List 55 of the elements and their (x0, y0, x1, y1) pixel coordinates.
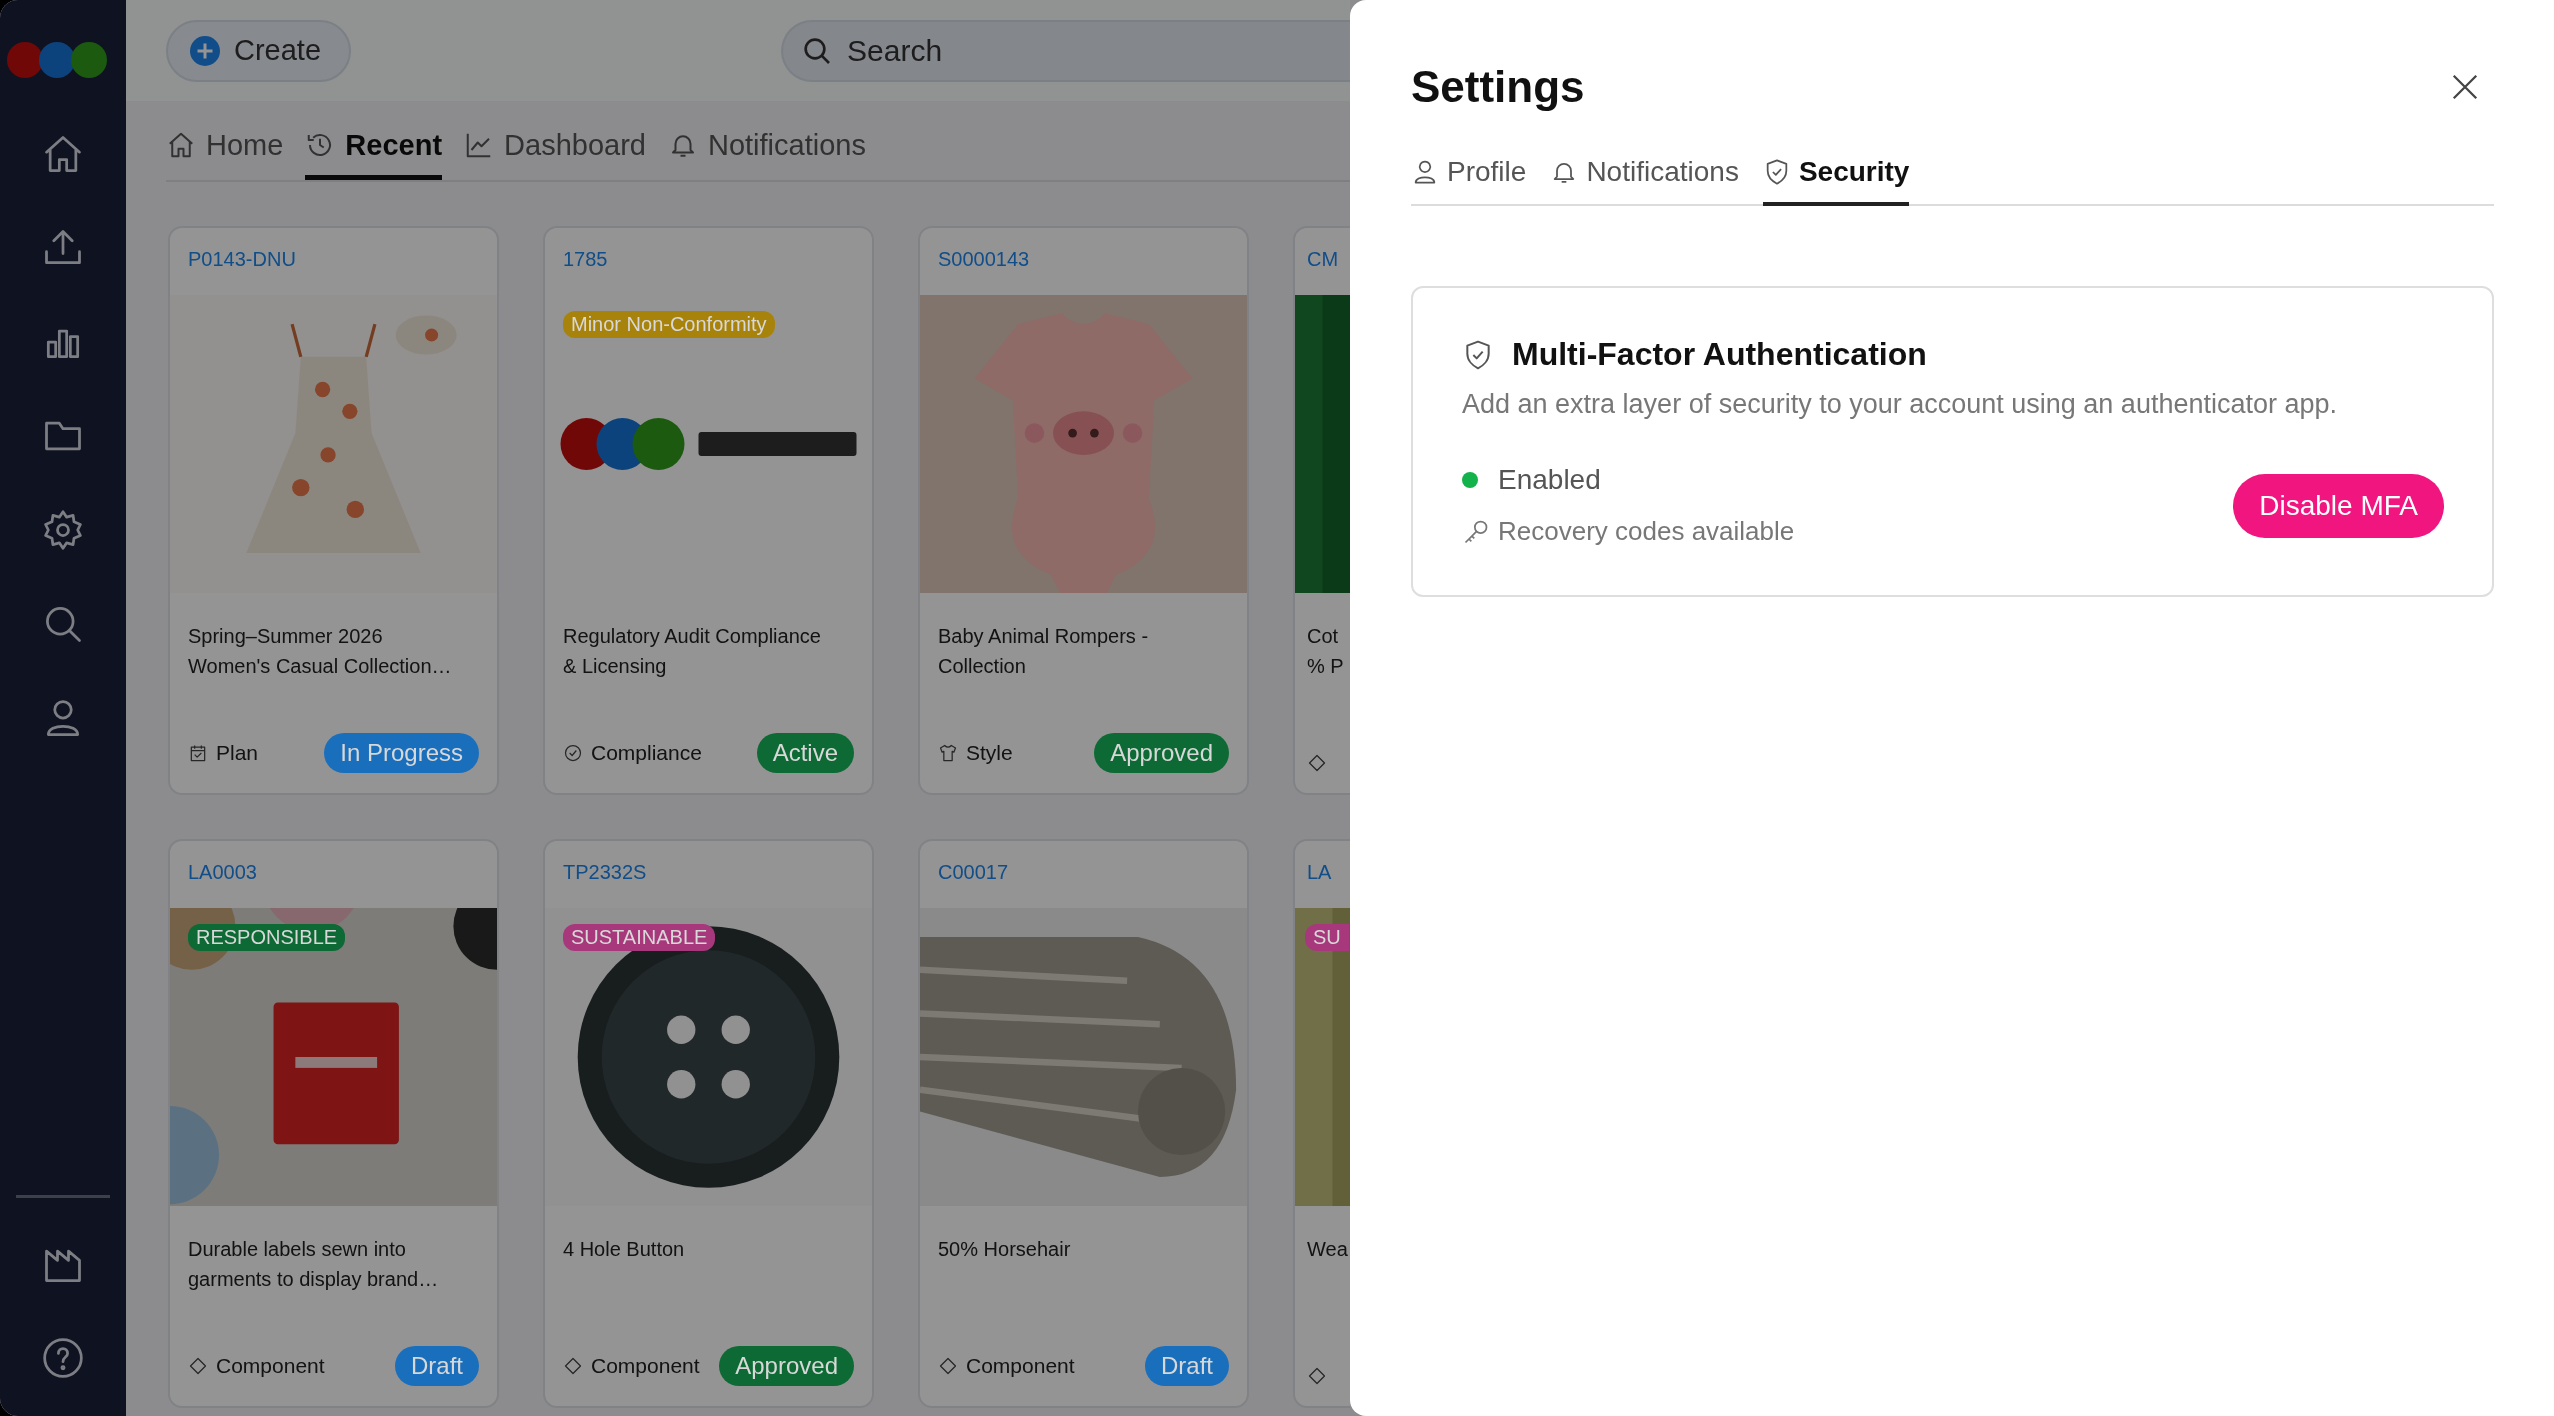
recovery-label: Recovery codes available (1498, 516, 1795, 547)
status-badge: Approved (1094, 733, 1229, 773)
card-code[interactable]: LA0003 (170, 841, 497, 908)
card-title: Cot % P (1306, 624, 1345, 679)
status-badge: Active (756, 733, 854, 773)
card-code[interactable]: P0143-DNU (170, 228, 497, 295)
card-title: 50% Horsehair (937, 1237, 1072, 1262)
mfa-description: Add an extra layer of security to your account using an authenticator app. (1462, 389, 2339, 420)
card-code[interactable]: LA (1295, 841, 1350, 908)
mfa-title: Multi-Factor Authentication (1512, 336, 1927, 373)
card-title: 4 Hole Button (562, 1237, 686, 1262)
card-code[interactable]: C00017 (920, 841, 1247, 908)
type-label: Component (966, 1354, 1075, 1378)
tag-label: SUSTAINABLE (563, 924, 716, 951)
card[interactable]: 1785 Minor Non-Conformity Regulatory Audit Compliance & Licensing Compliance Active (543, 226, 874, 795)
card-title: Durable labels sewn into garments to display brand… (187, 1237, 440, 1292)
tag-label: Minor Non-Conformity (563, 311, 775, 338)
status-label: Enabled (1498, 464, 1601, 496)
tab[interactable]: Notifications (1550, 142, 1739, 206)
card-title: Baby Animal Rompers - Collection (937, 624, 1150, 679)
card-code[interactable]: S0000143 (920, 228, 1247, 295)
card[interactable]: P0143-DNU Spring–Summer 2026 Women's Casual Collection… Plan In Progress (168, 226, 499, 795)
tab[interactable]: Notifications (667, 115, 866, 180)
card[interactable]: CM Cot % P (1293, 226, 1350, 795)
card[interactable]: C00017 50% Horsehair Component Draft (918, 839, 1249, 1408)
tab[interactable]: Profile (1411, 142, 1527, 206)
type-label: Plan (216, 741, 259, 765)
card-title: Spring–Summer 2026 Women's Casual Collection… (187, 624, 453, 679)
tab[interactable]: Dashboard (464, 115, 646, 180)
tag-label: RESPONSIBLE (188, 924, 346, 951)
panel-title: Settings (1411, 62, 1585, 112)
card-title: Regulatory Audit Compliance & Licensing (562, 624, 822, 679)
card-title: Wea (1306, 1237, 1349, 1262)
type-label: Style (966, 741, 1013, 765)
card[interactable]: S0000143 Baby Animal Rompers - Collection Style Approved (918, 226, 1249, 795)
card-code[interactable]: 1785 (545, 228, 872, 295)
card-code[interactable]: CM (1295, 228, 1350, 295)
type-label: Compliance (591, 741, 702, 765)
status-badge: Draft (395, 1346, 479, 1386)
tab[interactable]: Home (166, 115, 284, 180)
type-label: Component (216, 1354, 325, 1378)
card[interactable]: TP2332S SUSTAINABLE 4 Hole Button Component Approved (543, 839, 874, 1408)
card[interactable]: LA SU Wea (1293, 839, 1350, 1408)
tab[interactable]: Security (1762, 142, 1910, 206)
type-label: Component (591, 1354, 700, 1378)
create-button[interactable]: Create (166, 19, 352, 82)
card[interactable]: LA0003 RESPONSIBLE Durable labels sewn into garments to display brand… Component Draft (168, 839, 499, 1408)
disable-mfa-button[interactable]: Disable MFA (2233, 473, 2444, 538)
tab[interactable]: Recent (305, 115, 443, 180)
tag-label: SU (1305, 924, 1349, 951)
status-badge: Draft (1145, 1346, 1229, 1386)
search-field[interactable]: Search (781, 19, 1350, 82)
card-code[interactable]: TP2332S (545, 841, 872, 908)
status-badge: In Progress (324, 733, 479, 773)
status-badge: Approved (719, 1346, 854, 1386)
